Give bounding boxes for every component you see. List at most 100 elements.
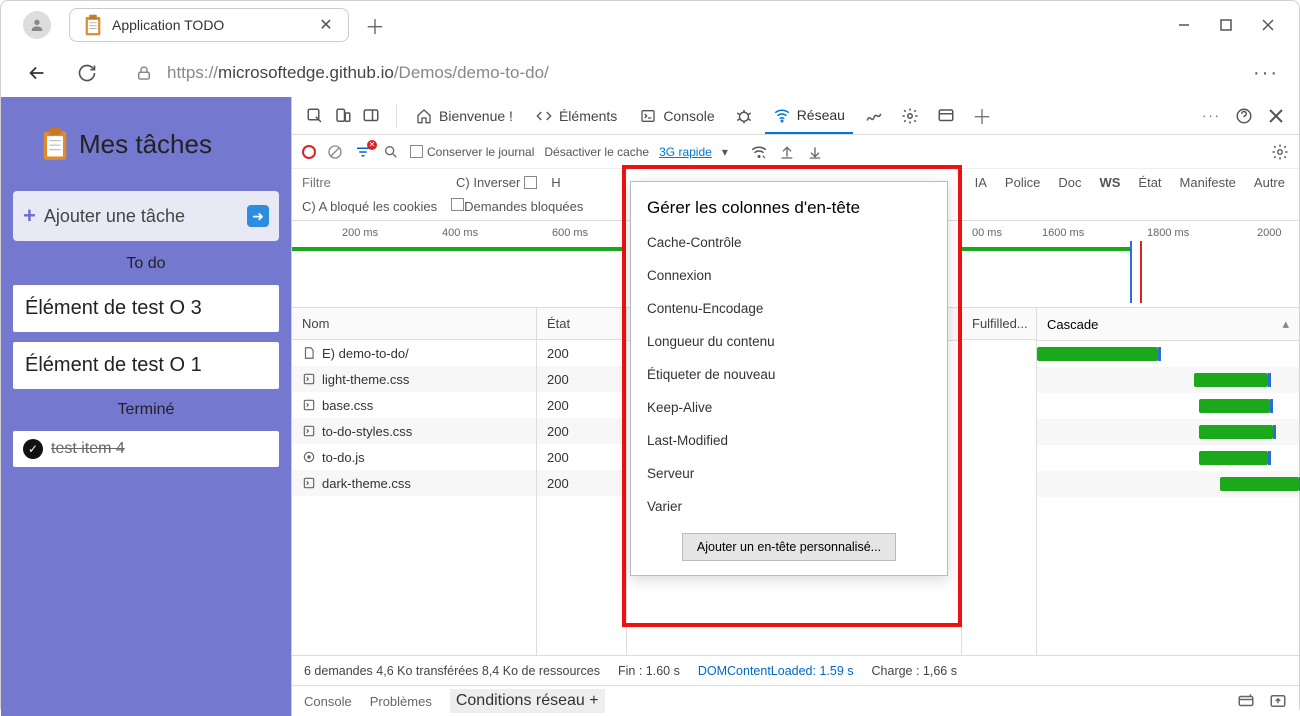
devtools-more-button[interactable]: ··· <box>1202 108 1221 123</box>
devtools-close-button[interactable] <box>1267 107 1285 125</box>
gear-icon[interactable] <box>901 107 919 125</box>
request-name-cell[interactable]: to-do-styles.css <box>292 418 536 444</box>
filter-type[interactable]: État <box>1134 173 1165 192</box>
request-name-cell[interactable]: to-do.js <box>292 444 536 470</box>
drawer-tab-console[interactable]: Console <box>304 694 352 709</box>
drawer-tab-network-conditions[interactable]: Conditions réseau + <box>450 689 605 713</box>
done-section-label: Terminé <box>13 401 279 419</box>
column-header-name[interactable]: Nom <box>292 308 536 340</box>
header-column-option[interactable]: Cache-Contrôle <box>631 226 947 259</box>
filter-type[interactable]: Doc <box>1054 173 1085 192</box>
request-name-cell[interactable]: base.css <box>292 392 536 418</box>
preserve-log-checkbox[interactable]: Conserver le journal <box>410 145 534 159</box>
task-card[interactable]: Élément de test O 1 <box>13 342 279 389</box>
back-button[interactable] <box>21 57 53 89</box>
url-text: https://microsoftedge.github.io/Demos/de… <box>167 63 549 83</box>
tab-close-button[interactable]: ✕ <box>318 17 334 33</box>
filter-type[interactable]: Autre <box>1250 173 1289 192</box>
add-custom-header-button[interactable]: Ajouter un en-tête personnalisé... <box>682 533 896 561</box>
new-tab-button[interactable]: ＋ <box>365 11 385 40</box>
column-header-fulfilled[interactable]: Fulfilled... <box>962 308 1036 340</box>
url-field[interactable]: https://microsoftedge.github.io/Demos/de… <box>121 57 1235 89</box>
browser-menu-button[interactable]: ··· <box>1253 62 1279 85</box>
filter-type[interactable]: IA <box>971 173 991 192</box>
device-icon[interactable] <box>334 107 352 125</box>
add-task-box[interactable]: + Ajouter une tâche ➜ <box>13 191 279 241</box>
header-column-option[interactable]: Contenu-Encodage <box>631 292 947 325</box>
filter-type[interactable]: Manifeste <box>1176 173 1240 192</box>
submit-button[interactable]: ➜ <box>247 205 269 227</box>
minimize-button[interactable] <box>1177 18 1191 32</box>
help-icon[interactable] <box>1235 107 1253 125</box>
filter-type[interactable]: Police <box>1001 173 1044 192</box>
header-column-option[interactable]: Étiqueter de nouveau <box>631 358 947 391</box>
request-name-cell[interactable]: dark-theme.css <box>292 470 536 496</box>
filter-input[interactable] <box>302 175 442 190</box>
refresh-button[interactable] <box>71 57 103 89</box>
popup-title: Gérer les colonnes d'en-tête <box>631 192 947 226</box>
status-summary: 6 demandes 4,6 Ko transférées 8,4 Ko de … <box>304 664 600 678</box>
plus-icon[interactable]: ＋ <box>973 107 991 125</box>
request-name-cell[interactable]: light-theme.css <box>292 366 536 392</box>
waterfall-cell <box>1037 393 1299 419</box>
disable-cache-label[interactable]: Désactiver le cache <box>544 145 649 159</box>
request-status-cell: 200 <box>537 366 626 392</box>
dock-icon[interactable] <box>362 107 380 125</box>
upload-icon[interactable] <box>778 143 796 161</box>
performance-icon[interactable] <box>865 107 883 125</box>
devtools-tabbar: Bienvenue ! Éléments Console Réseau ＋ ··… <box>292 97 1299 135</box>
file-icon <box>302 372 316 386</box>
blocked-requests-checkbox[interactable]: Demandes bloquées <box>451 198 583 214</box>
header-column-option[interactable]: Longueur du contenu <box>631 325 947 358</box>
status-load: Charge : 1,66 s <box>872 664 957 678</box>
invert-checkbox[interactable]: C) Inverser <box>456 175 537 190</box>
titlebar: Application TODO ✕ ＋ <box>1 1 1299 49</box>
header-column-option[interactable]: Last-Modified <box>631 424 947 457</box>
tab-welcome[interactable]: Bienvenue ! <box>407 99 521 133</box>
request-name-cell[interactable]: E) demo-to-do/ <box>292 340 536 366</box>
application-icon[interactable] <box>937 107 955 125</box>
filter-toggle-icon[interactable]: ✕ <box>354 143 372 161</box>
header-column-option[interactable]: Connexion <box>631 259 947 292</box>
request-status-cell: 200 <box>537 470 626 496</box>
column-header-state[interactable]: État <box>537 308 626 340</box>
search-icon[interactable] <box>382 143 400 161</box>
clear-icon[interactable] <box>326 143 344 161</box>
done-task[interactable]: ✓ test item 4 <box>13 431 279 467</box>
file-icon <box>302 476 316 490</box>
network-status-bar: 6 demandes 4,6 Ko transférées 8,4 Ko de … <box>292 656 1299 686</box>
wifi-settings-icon[interactable] <box>750 143 768 161</box>
filter-type[interactable]: WS <box>1095 173 1124 192</box>
task-card[interactable]: Élément de test O 3 <box>13 285 279 332</box>
waterfall-cell <box>1037 419 1299 445</box>
inspect-icon[interactable] <box>306 107 324 125</box>
chevron-down-icon[interactable]: ▾ <box>722 145 728 159</box>
header-column-option[interactable]: Keep-Alive <box>631 391 947 424</box>
file-icon <box>302 346 316 360</box>
tab-console[interactable]: Console <box>631 99 722 133</box>
blocked-cookies-label[interactable]: C) A bloqué les cookies <box>302 199 437 214</box>
profile-avatar[interactable] <box>23 11 51 39</box>
close-window-button[interactable] <box>1261 18 1275 32</box>
drawer-issues-icon[interactable] <box>1237 692 1255 710</box>
waterfall-cell <box>1037 367 1299 393</box>
hide-data-checkbox[interactable]: H <box>551 175 560 190</box>
wifi-icon <box>773 106 791 124</box>
column-header-waterfall[interactable]: Cascade▴ <box>1037 308 1299 341</box>
drawer-tab-problems[interactable]: Problèmes <box>370 694 432 709</box>
add-task-placeholder: Ajouter une tâche <box>44 206 185 227</box>
tab-network[interactable]: Réseau <box>765 98 853 134</box>
network-settings-icon[interactable] <box>1271 143 1289 161</box>
record-button[interactable] <box>302 145 316 159</box>
tab-elements[interactable]: Éléments <box>527 99 625 133</box>
download-icon[interactable] <box>806 143 824 161</box>
console-icon <box>639 107 657 125</box>
throttle-select[interactable]: 3G rapide <box>659 145 712 159</box>
clipboard-icon <box>41 127 69 161</box>
header-column-option[interactable]: Varier <box>631 490 947 523</box>
maximize-button[interactable] <box>1219 18 1233 32</box>
drawer-expand-icon[interactable] <box>1269 692 1287 710</box>
bug-icon[interactable] <box>735 107 753 125</box>
header-column-option[interactable]: Serveur <box>631 457 947 490</box>
browser-tab[interactable]: Application TODO ✕ <box>69 8 349 42</box>
